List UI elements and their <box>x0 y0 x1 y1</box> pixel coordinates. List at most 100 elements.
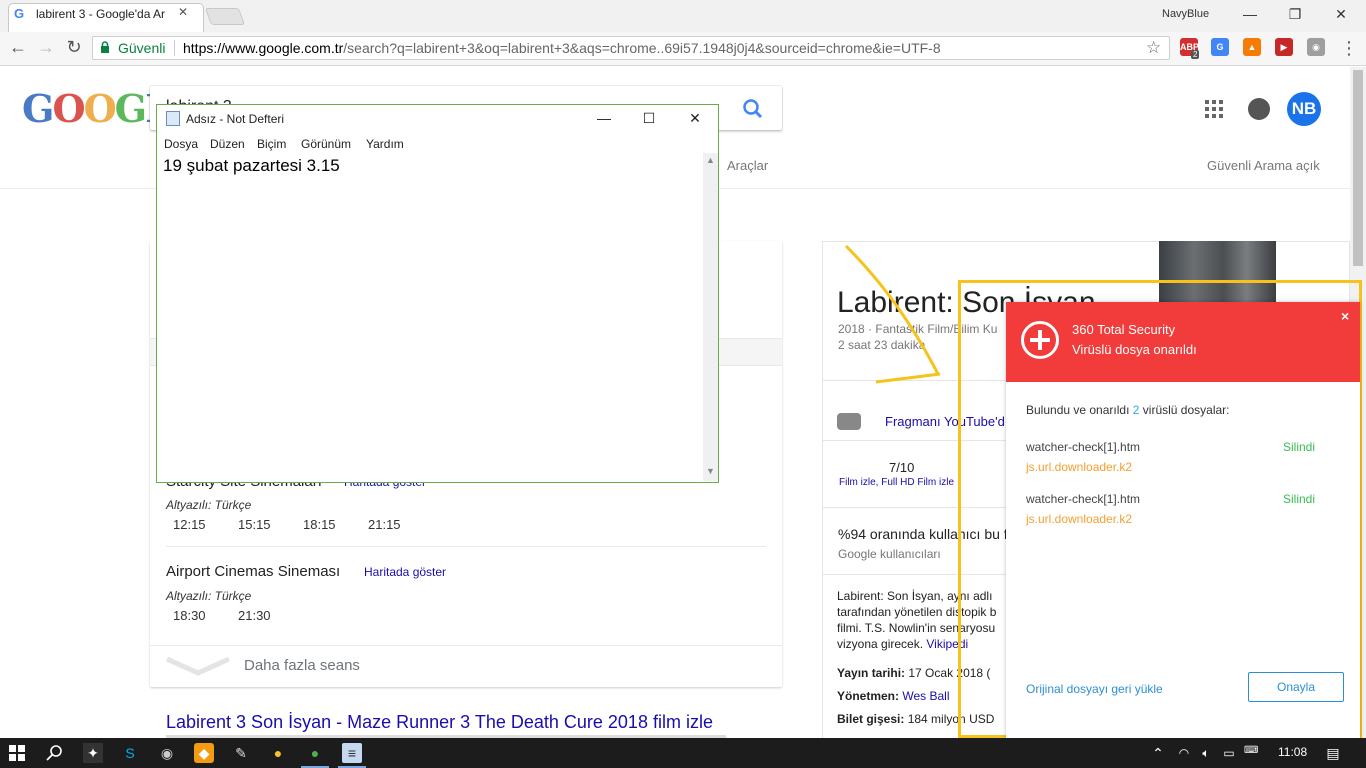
notepad-title: Adsız - Not Defteri <box>186 112 285 126</box>
notepad-text-area[interactable]: 19 şubat pazartesi 3.15 <box>163 156 340 176</box>
chrome-active-icon[interactable]: ● <box>305 743 325 763</box>
keyboard-layout-icon[interactable]: ⌨ <box>1244 745 1258 756</box>
showtime[interactable]: 15:15 <box>238 517 271 532</box>
showtime[interactable]: 18:30 <box>173 608 206 623</box>
search-icon[interactable] <box>46 744 64 762</box>
threat-name: js.url.downloader.k2 <box>1026 460 1133 474</box>
windows-start-icon[interactable] <box>9 745 25 761</box>
showtime[interactable]: 18:15 <box>303 517 336 532</box>
menu-duzen[interactable]: Düzen <box>210 137 245 151</box>
notepad-close-icon[interactable]: ✕ <box>685 108 705 128</box>
infected-file-name: watcher-check[1].htm <box>1026 440 1141 454</box>
lock-icon <box>101 41 109 53</box>
tools-link[interactable]: Araçlar <box>727 158 768 173</box>
action-center-icon[interactable]: ▤ <box>1323 743 1343 763</box>
expand-chevron-icon[interactable] <box>165 655 231 677</box>
showtime[interactable]: 21:30 <box>238 608 271 623</box>
subtitle-language: Altyazılı: Türkçe <box>166 498 252 512</box>
confirm-button[interactable]: Onayla <box>1248 672 1344 702</box>
kp-description-text: vizyona girecek. <box>837 637 924 651</box>
more-showtimes-button[interactable]: Daha fazla seans <box>244 657 360 674</box>
tab-close-icon[interactable]: ✕ <box>176 5 190 21</box>
security-message: Virüslü dosya onarıldı <box>1072 342 1197 357</box>
notepad-taskbar-icon[interactable]: ≡ <box>342 743 362 763</box>
fact-label: Yönetmen: <box>837 689 900 703</box>
adblock-badge-count: 2 <box>1191 50 1200 59</box>
infected-file-name: watcher-check[1].htm <box>1026 492 1141 506</box>
subtitle-language: Altyazılı: Türkçe <box>166 589 252 603</box>
back-arrow-icon[interactable]: ← <box>7 36 29 58</box>
volume-icon[interactable]: 🔈︎ <box>1196 743 1216 763</box>
scroll-down-icon[interactable]: ▼ <box>703 466 718 476</box>
steam-icon[interactable]: ◉ <box>157 743 177 763</box>
minimize-window-icon[interactable]: — <box>1230 4 1270 24</box>
threat-name: js.url.downloader.k2 <box>1026 512 1133 526</box>
google-translate-icon[interactable]: G <box>1211 38 1229 56</box>
notifications-bell-icon[interactable] <box>1248 98 1270 120</box>
security-app-name: 360 Total Security <box>1072 322 1176 337</box>
file-status: Silindi <box>1283 492 1316 506</box>
apps-grid-icon[interactable] <box>1204 99 1224 119</box>
showtime[interactable]: 12:15 <box>173 517 206 532</box>
notepad-app-icon <box>166 111 180 126</box>
video-extension-icon[interactable]: ▶ <box>1275 38 1293 56</box>
kp-fact-director: Yönetmen: Wes Ball <box>837 689 950 703</box>
page-scrollbar-thumb[interactable] <box>1353 70 1363 266</box>
game-app-icon[interactable]: ◆ <box>194 743 214 763</box>
image-extension-icon[interactable]: ▲ <box>1243 38 1261 56</box>
pen-tool-icon[interactable]: ✎ <box>231 743 251 763</box>
card-divider <box>150 645 782 646</box>
tab-title: labirent 3 - Google'da Ar <box>36 7 166 21</box>
wifi-icon[interactable]: ◠ <box>1174 743 1194 763</box>
close-window-icon[interactable]: ✕ <box>1321 4 1361 24</box>
fact-label: Yayın tarihi: <box>837 666 906 680</box>
notepad-maximize-icon[interactable]: ☐ <box>639 108 659 128</box>
new-tab-button[interactable] <box>204 8 246 25</box>
secure-label: Güvenli <box>118 40 166 56</box>
forward-arrow-icon[interactable]: → <box>35 36 57 58</box>
skype-icon[interactable]: S <box>120 743 140 763</box>
taskbar-clock[interactable]: 11:08 <box>1278 745 1307 759</box>
youtube-play-icon[interactable] <box>837 413 861 430</box>
bookmark-star-icon[interactable]: ☆ <box>1146 38 1161 58</box>
map-link[interactable]: Haritada göster <box>364 565 446 579</box>
profile-extension-icon[interactable]: ◉ <box>1307 38 1325 56</box>
notepad-minimize-icon[interactable]: — <box>594 108 614 128</box>
safesearch-status[interactable]: Güvenli Arama açık <box>1207 158 1320 173</box>
app-launcher-icon[interactable]: ✦ <box>83 743 103 763</box>
menu-yardim[interactable]: Yardım <box>366 137 404 151</box>
account-avatar[interactable]: NB <box>1287 92 1321 126</box>
scroll-up-icon[interactable]: ▲ <box>703 155 718 165</box>
search-result-title[interactable]: Labirent 3 Son İsyan - Maze Runner 3 The… <box>166 712 713 733</box>
search-icon[interactable] <box>740 96 766 122</box>
security-logo-icon <box>1021 321 1059 359</box>
profile-name[interactable]: NavyBlue <box>1162 8 1209 20</box>
chrome-menu-icon[interactable]: ⋮ <box>1340 38 1358 59</box>
showtime[interactable]: 21:15 <box>368 517 401 532</box>
url-text[interactable]: https://www.google.com.tr/search?q=labir… <box>183 40 941 56</box>
url-host: https://www.google.com.tr <box>183 40 344 56</box>
google-favicon-icon: G <box>14 6 25 21</box>
file-status: Silindi <box>1283 440 1316 454</box>
cinema-name[interactable]: Airport Cinemas Sineması <box>166 563 340 580</box>
restore-original-link[interactable]: Orijinal dosyayı geri yükle <box>1026 682 1163 696</box>
notepad-scrollbar[interactable] <box>703 153 718 481</box>
rating-source-link[interactable]: Film izle, Full HD Film izle <box>839 477 954 488</box>
restore-window-icon[interactable]: ❐ <box>1275 4 1315 24</box>
battery-icon[interactable]: ▭ <box>1219 743 1239 763</box>
url-path: /search?q=labirent+3&oq=labirent+3&aqs=c… <box>343 40 941 56</box>
found-prefix: Bulundu ve onarıldı <box>1026 403 1130 417</box>
security-close-icon[interactable]: × <box>1341 308 1349 324</box>
menu-bicim[interactable]: Biçim <box>257 137 286 151</box>
menu-gorunum[interactable]: Görünüm <box>301 137 351 151</box>
chrome-icon[interactable]: ● <box>268 743 288 763</box>
tray-expand-icon[interactable]: ⌃ <box>1148 743 1168 763</box>
kp-users-label: Google kullanıcıları <box>838 547 941 561</box>
menu-dosya[interactable]: Dosya <box>164 137 198 151</box>
director-link[interactable]: Wes Ball <box>902 689 949 703</box>
omnibox-separator <box>174 40 175 56</box>
reload-icon[interactable]: ↻ <box>63 36 85 58</box>
found-suffix: virüslü dosyalar: <box>1142 403 1230 417</box>
annotation-arrow <box>844 244 941 384</box>
fact-label: Bilet gişesi: <box>837 712 905 726</box>
